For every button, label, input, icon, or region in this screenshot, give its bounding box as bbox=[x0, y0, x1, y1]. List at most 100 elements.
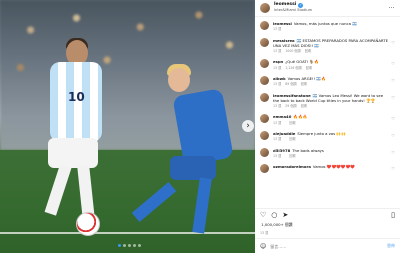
heart-icon[interactable]: ♡ bbox=[391, 40, 395, 45]
comment-likes[interactable]: 1,126 個讚 bbox=[285, 66, 302, 70]
carousel-dot bbox=[118, 244, 121, 247]
comment-item: leomessifanstone 🇦🇷 Vamos Leo Messi! We w… bbox=[260, 92, 395, 109]
pitch-line bbox=[0, 232, 255, 234]
heart-icon[interactable]: ♡ bbox=[391, 95, 395, 100]
comment-username[interactable]: d5l3978 bbox=[273, 148, 290, 153]
comment-time: 13 週 bbox=[273, 137, 282, 142]
comment-item: alejuaddie Siempre junto a vos 🙌🙌 13 週 回覆 ♡ bbox=[260, 131, 395, 141]
carousel-dots bbox=[118, 244, 141, 248]
comment-text: ¿Qué GOAT! 🐐🔥 bbox=[285, 59, 319, 65]
comment-meta: 13 週 89 個讚 回覆 bbox=[273, 82, 389, 86]
comment-text: Vamos ❤️❤️❤️❤️❤️❤️ bbox=[312, 164, 356, 170]
comment-item: ozmoradorelmora Vamos ❤️❤️❤️❤️❤️❤️ ♡ bbox=[260, 164, 395, 174]
heart-icon[interactable]: ♡ bbox=[391, 78, 395, 83]
avatar[interactable] bbox=[260, 76, 269, 85]
post-photo[interactable]: 10 › bbox=[0, 0, 255, 253]
reply-link[interactable]: 回覆 bbox=[289, 137, 295, 141]
comment-meta: 13 週 回覆 bbox=[273, 121, 389, 125]
player-1-shorts bbox=[48, 138, 98, 168]
comment-username[interactable]: leomessi bbox=[273, 21, 292, 26]
reply-link[interactable]: 回覆 bbox=[289, 121, 295, 125]
post-details-panel: leomessi ✓ Inter&Miami Stadium ··· leome… bbox=[255, 0, 400, 253]
comment-likes[interactable]: 29 個讚 bbox=[285, 104, 296, 108]
comment-username[interactable]: albwk bbox=[273, 76, 286, 81]
post-header: leomessi ✓ Inter&Miami Stadium ··· bbox=[255, 0, 400, 17]
heart-icon[interactable]: ♡ bbox=[391, 150, 395, 155]
comment-text: 🔥🔥🔥 bbox=[293, 114, 308, 120]
soccer-ball bbox=[76, 212, 100, 236]
post-date: 13 週 bbox=[260, 231, 269, 235]
jersey-number: 10 bbox=[68, 90, 85, 104]
comment-meta: 13 週 29 個讚 回覆 bbox=[273, 104, 389, 108]
comment-item: albwk Vamos ARGE!! 🇦🇷🔥 13 週 89 個讚 回覆 ♡ bbox=[260, 76, 395, 86]
bookmark-icon[interactable]: ▯ bbox=[391, 212, 395, 219]
comment-meta: 13 週 回覆 bbox=[273, 154, 389, 158]
likes-count[interactable]: ‌ 1,000,000+ 個讚 bbox=[260, 222, 293, 228]
comment-text: The bads always bbox=[292, 147, 324, 153]
comment-text: Siempre junto a vos 🙌🙌 bbox=[297, 131, 346, 136]
comment-username[interactable]: ozmoradorelmora bbox=[273, 164, 311, 169]
comment-meta: 13 週 bbox=[273, 27, 389, 31]
comments-list[interactable]: leomessi Vamos, más juntos que nunca 🇦🇷 13… bbox=[255, 18, 400, 208]
post-comment-button[interactable]: 發佈 bbox=[387, 243, 395, 249]
comment-text: Vamos ARGE!! 🇦🇷🔥 bbox=[287, 76, 326, 81]
comment-item: emma40 🔥🔥🔥 13 週 回覆 ♡ bbox=[260, 114, 395, 125]
carousel-dot bbox=[138, 244, 141, 247]
add-comment-bar: ☺ 發佈 bbox=[255, 238, 400, 253]
reply-link[interactable]: 回覆 bbox=[305, 49, 311, 53]
heart-icon[interactable]: ♡ bbox=[391, 116, 395, 121]
comment-time: 13 週 bbox=[273, 120, 282, 125]
avatar[interactable] bbox=[260, 92, 269, 102]
comment-meta: 13 週 1,126 個讚 回覆 bbox=[273, 66, 389, 70]
player-2-shorts bbox=[170, 156, 216, 180]
avatar[interactable] bbox=[260, 131, 269, 140]
emoji-icon[interactable]: ☺ bbox=[260, 243, 266, 250]
heart-icon[interactable]: ♡ bbox=[391, 133, 395, 138]
comment-time: 13 週 bbox=[273, 27, 282, 32]
comment-time: 13 週 bbox=[273, 153, 282, 158]
comment-meta: 13 週 1000 個讚 回覆 bbox=[273, 49, 389, 53]
reply-link[interactable]: 回覆 bbox=[306, 66, 312, 70]
comment-username[interactable]: espn bbox=[273, 59, 283, 64]
avatar[interactable] bbox=[260, 3, 270, 13]
heart-icon[interactable]: ♡ bbox=[391, 61, 395, 66]
comment-item: messisrea 🇦🇷 ESTAMOS PREPARADOS PARA ACOM… bbox=[260, 37, 395, 54]
avatar[interactable] bbox=[260, 59, 269, 69]
avatar[interactable] bbox=[260, 147, 269, 157]
player-2-head bbox=[168, 68, 190, 92]
next-photo-chevron-icon[interactable]: › bbox=[242, 120, 254, 132]
comment-likes[interactable]: 1000 個讚 bbox=[285, 49, 301, 53]
comment-time: 13 週 bbox=[273, 48, 282, 53]
carousel-dot bbox=[123, 244, 126, 247]
comment-meta: 13 週 回覆 bbox=[273, 137, 389, 141]
avatar[interactable] bbox=[260, 114, 269, 124]
comment-time: 13 週 bbox=[273, 103, 282, 108]
comment-input[interactable] bbox=[270, 243, 383, 249]
comment-item: d5l3978 The bads always 13 週 回覆 ♡ bbox=[260, 147, 395, 158]
post-viewer: 10 › leomessi ✓ Inter&Miami Stadium ··· … bbox=[0, 0, 400, 253]
avatar[interactable] bbox=[260, 164, 269, 174]
carousel-dot bbox=[128, 244, 131, 247]
share-icon[interactable]: ➤ bbox=[282, 212, 288, 219]
more-options-icon[interactable]: ··· bbox=[388, 5, 395, 12]
comment-username[interactable]: emma40 bbox=[273, 114, 291, 119]
carousel-dot bbox=[133, 244, 136, 247]
comment-time: 13 週 bbox=[273, 65, 282, 70]
comment-item: espn ¿Qué GOAT! 🐐🔥 13 週 1,126 個讚 回覆 ♡ bbox=[260, 59, 395, 70]
reply-link[interactable]: 回覆 bbox=[301, 82, 307, 86]
heart-icon[interactable]: ♡ bbox=[260, 212, 266, 219]
comment-time: 13 週 bbox=[273, 82, 282, 87]
reply-link[interactable]: 回覆 bbox=[289, 154, 295, 158]
comment-icon[interactable]: ○ bbox=[271, 212, 277, 219]
reply-link[interactable]: 回覆 bbox=[301, 104, 307, 108]
comment-item: leomessi Vamos, más juntos que nunca 🇦🇷 13… bbox=[260, 21, 395, 31]
avatar[interactable] bbox=[260, 37, 269, 47]
post-location[interactable]: Inter&Miami Stadium bbox=[274, 9, 388, 13]
comment-username[interactable]: alejuaddie bbox=[273, 131, 295, 136]
avatar[interactable] bbox=[260, 21, 269, 30]
pitch-grass bbox=[0, 150, 255, 253]
heart-icon[interactable]: ♡ bbox=[391, 166, 395, 171]
action-bar: ♡ ○ ➤ ▯ bbox=[255, 208, 400, 222]
comment-likes[interactable]: 89 個讚 bbox=[285, 82, 296, 86]
comment-text: Vamos, más juntos que nunca 🇦🇷 bbox=[293, 21, 357, 26]
